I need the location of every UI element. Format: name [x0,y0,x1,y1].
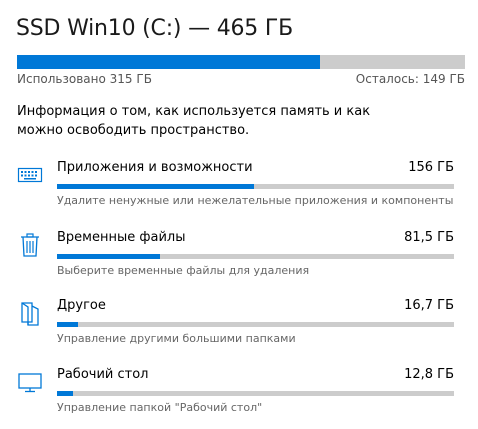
category-name: Временные файлы [57,230,186,245]
category-usage-bar-fill [57,254,160,259]
info-description: Информация о том, как используется памят… [17,104,371,138]
category-usage-bar [57,184,454,189]
category-description: Управление папкой "Рабочий стол" [57,401,263,414]
category-description: Управление другими большими папками [57,332,296,345]
category-description: Удалите ненужные или нежелательные прило… [57,194,454,207]
drive-title: SSD Win10 (C:) — 465 ГБ [16,16,293,41]
category-temp-files[interactable]: Временные файлы 81,5 ГБ Выберите временн… [0,230,478,292]
trash-icon [17,232,43,258]
category-usage-bar [57,322,454,327]
category-size: 12,8 ГБ [404,367,454,382]
category-size: 81,5 ГБ [404,230,454,245]
used-space-label: Использовано 315 ГБ [17,72,152,86]
drive-usage-bar [17,55,465,69]
category-other[interactable]: Другое 16,7 ГБ Управление другими больши… [0,298,478,360]
monitor-icon [17,369,43,395]
free-space-label: Осталось: 149 ГБ [355,72,465,86]
category-usage-bar [57,391,454,396]
category-usage-bar-fill [57,184,254,189]
category-name: Другое [57,298,106,313]
category-size: 16,7 ГБ [404,298,454,313]
category-usage-bar-fill [57,322,79,327]
category-name: Приложения и возможности [57,160,253,175]
category-apps[interactable]: Приложения и возможности 156 ГБ Удалите … [0,160,478,222]
apps-keyboard-icon [17,162,43,188]
category-usage-bar-fill [57,391,74,396]
category-name: Рабочий стол [57,367,149,382]
category-usage-bar [57,254,454,259]
category-description: Выберите временные файлы для удаления [57,264,310,277]
file-icon [17,300,43,326]
drive-usage-bar-fill [17,55,321,69]
category-size: 156 ГБ [408,160,454,175]
category-desktop[interactable]: Рабочий стол 12,8 ГБ Управление папкой "… [0,367,478,429]
